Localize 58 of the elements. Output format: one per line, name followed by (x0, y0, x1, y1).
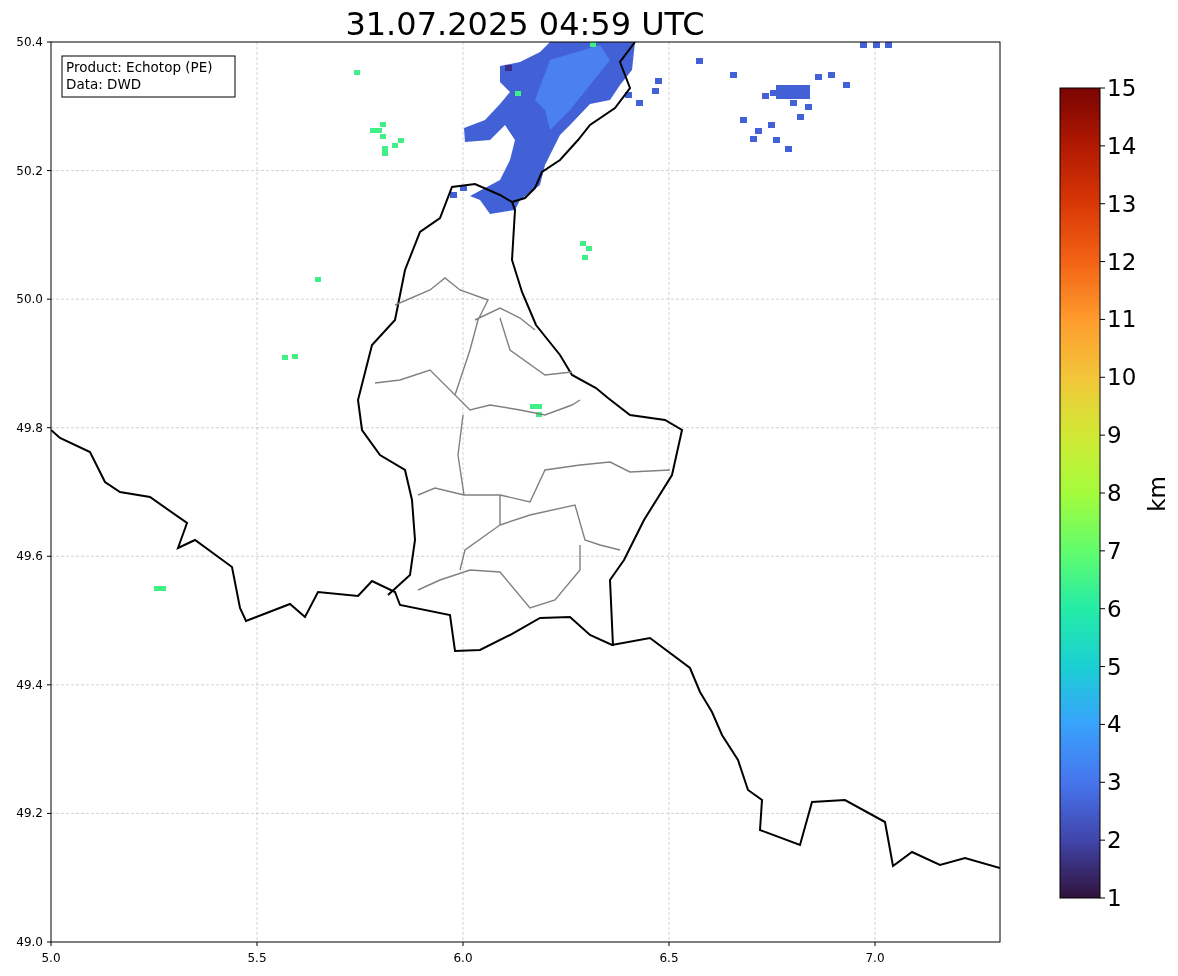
info-text: Data: DWD (66, 76, 142, 92)
colorbar-tick-label: 15 (1107, 75, 1137, 101)
colorbar-label: km (1144, 476, 1170, 512)
tick-mark (46, 298, 52, 300)
y-tick-label: 50.2 (16, 163, 43, 178)
colorbar-tick-label: 6 (1107, 595, 1122, 622)
colorbar-tick-label: 8 (1107, 480, 1122, 506)
x-tick-label: 6.0 (453, 951, 473, 965)
tick-mark (1099, 666, 1106, 668)
y-tick-label: 49.4 (16, 677, 43, 692)
tick-mark (46, 41, 52, 43)
colorbar-tick-label: 7 (1107, 537, 1122, 564)
tick-mark (46, 555, 52, 557)
tick-mark (1099, 318, 1106, 320)
colorbar-tick-label: 1 (1107, 885, 1122, 911)
tick-mark (1099, 723, 1106, 725)
x-tick-label: 6.5 (659, 951, 679, 965)
tick-mark (46, 812, 52, 814)
tick-mark (1099, 492, 1106, 494)
tick-mark (1099, 434, 1106, 436)
tick-mark (1099, 261, 1106, 263)
x-tick-label: 5.5 (247, 951, 267, 965)
colorbar-tick-label: 4 (1107, 711, 1122, 738)
colorbar-tick-label: 11 (1107, 306, 1137, 333)
tick-mark (256, 941, 258, 947)
colorbar-tick-label: 14 (1107, 132, 1137, 159)
tick-mark (668, 941, 670, 947)
colorbar-tick-label: 13 (1107, 190, 1137, 217)
colorbar-tick-label: 5 (1107, 653, 1122, 680)
y-tick-label: 49.0 (16, 935, 43, 949)
chart-title: 31.07.2025 04:59 UTC (345, 5, 705, 43)
colorbar-tick-label: 3 (1107, 769, 1122, 796)
tick-mark (46, 427, 52, 429)
y-tick-label: 50.0 (16, 292, 43, 307)
colorbar-tick-label: 12 (1107, 248, 1137, 275)
colorbar-tick-label: 10 (1107, 364, 1137, 391)
x-tick-label: 7.0 (865, 951, 885, 965)
y-tick-label: 50.4 (16, 35, 43, 49)
tick-mark (1099, 550, 1106, 552)
tick-mark (1099, 203, 1106, 205)
colorbar-tick-label: 9 (1107, 422, 1122, 449)
tick-mark (46, 684, 52, 686)
y-tick-label: 49.8 (16, 420, 43, 435)
tick-mark (1099, 839, 1106, 841)
tick-mark (462, 941, 464, 947)
tick-mark (1099, 781, 1106, 783)
tick-mark (1099, 87, 1106, 89)
x-tick-label: 5.0 (41, 951, 61, 965)
tick-mark (1099, 608, 1106, 610)
tick-mark (46, 170, 52, 172)
colorbar-tick-label: 2 (1107, 827, 1122, 854)
tick-mark (1099, 897, 1106, 899)
tick-mark (1099, 376, 1106, 378)
y-tick-label: 49.2 (16, 806, 43, 821)
y-tick-label: 49.6 (16, 549, 43, 564)
tick-mark (874, 941, 876, 947)
tick-mark (1099, 145, 1106, 147)
info-text: Product: Echotop (PE) (66, 59, 213, 75)
